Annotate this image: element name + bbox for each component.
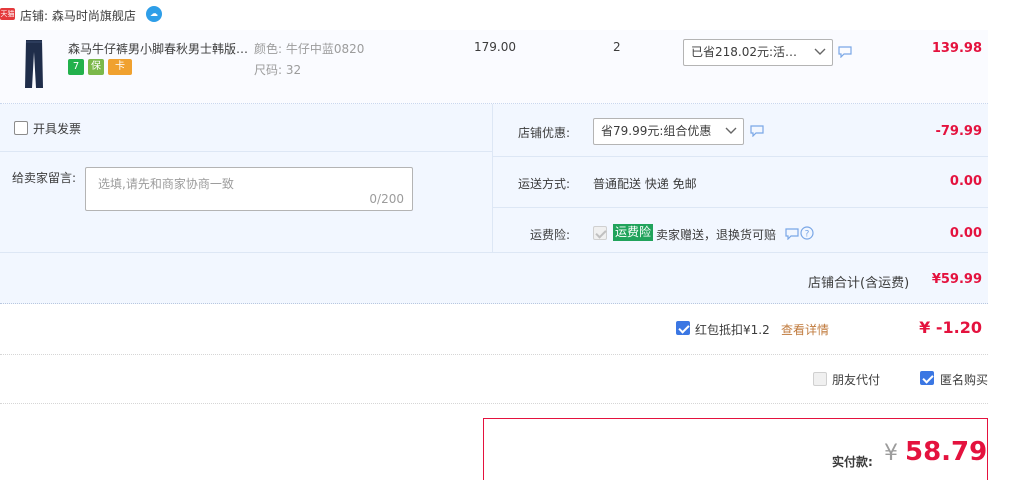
insurance-description: 卖家赠送，退换货可赔 [656, 228, 777, 242]
tmall-badge: 天猫 [0, 8, 15, 20]
item-quantity: 2 [613, 40, 621, 54]
shop-total-value: ¥59.99 [931, 272, 982, 287]
message-char-count: 0/200 [369, 192, 404, 206]
insurance-tag: 运费险 [613, 224, 654, 241]
item-subtotal: 139.98 [931, 41, 982, 56]
shop-discount-amount: -79.99 [935, 124, 982, 139]
chevron-down-icon [814, 48, 826, 55]
divider [493, 156, 988, 157]
guarantee-icon[interactable]: 保 [88, 59, 104, 75]
card-icon[interactable]: 卡 [108, 59, 132, 75]
item-size: 尺码: 32 [254, 63, 302, 77]
red-packet-label[interactable]: 红包抵扣¥1.2 [695, 321, 770, 338]
red-packet-checkbox[interactable] [676, 321, 690, 335]
divider [0, 403, 988, 404]
divider [0, 354, 988, 355]
shop-discount-value: 省79.99元:组合优惠 [601, 124, 712, 138]
help-icon[interactable]: ? [800, 226, 814, 240]
invoice-checkbox[interactable] [14, 121, 28, 135]
anonymous-purchase-checkbox[interactable] [920, 371, 934, 385]
payment-amount: 58.79 [905, 437, 988, 467]
shop-name[interactable]: 店铺: 森马时尚旗舰店 [20, 7, 136, 24]
insurance-label: 运费险: [530, 228, 571, 242]
shop-discount-label: 店铺优惠: [518, 126, 571, 140]
divider [493, 207, 988, 208]
anonymous-purchase-label[interactable]: 匿名购买 [940, 371, 988, 388]
shipping-amount: 0.00 [949, 174, 982, 189]
shop-total-label: 店铺合计(含运费) [808, 276, 910, 291]
message-label: 给卖家留言: [12, 171, 77, 185]
unit-price: 179.00 [474, 40, 516, 54]
message-icon[interactable] [785, 228, 799, 240]
seven-day-return-icon[interactable]: 7 [68, 59, 84, 75]
shop-total-row: 店铺合计(含运费) ¥59.99 [0, 252, 988, 304]
item-discount-value: 已省218.02元:活… [691, 45, 798, 59]
payment-currency: ¥ [884, 441, 898, 466]
item-color: 颜色: 牛仔中蓝0820 [254, 42, 365, 56]
item-title[interactable]: 森马牛仔裤男小脚春秋男士韩版… [68, 40, 248, 57]
svg-text:?: ? [805, 230, 810, 240]
invoice-label[interactable]: 开具发票 [33, 120, 81, 137]
item-discount-select[interactable]: 已省218.02元:活… [683, 39, 833, 66]
insurance-checkbox [593, 226, 607, 240]
divider [492, 104, 493, 252]
red-packet-details-link[interactable]: 查看详情 [781, 321, 829, 338]
red-packet-amount: ¥ -1.20 [919, 318, 982, 337]
jeans-thumbnail-icon[interactable] [24, 40, 44, 88]
shop-discount-select[interactable]: 省79.99元:组合优惠 [593, 118, 744, 145]
seller-message-input[interactable]: 选填,请先和商家协商一致 0/200 [85, 167, 413, 211]
insurance-amount: 0.00 [949, 226, 982, 241]
friend-pay-checkbox[interactable] [813, 372, 827, 386]
payment-label: 实付款: [832, 455, 873, 469]
message-placeholder: 选填,请先和商家协商一致 [98, 177, 234, 191]
wangwang-icon[interactable]: ☁ [146, 6, 162, 22]
message-icon[interactable] [838, 46, 852, 58]
friend-pay-label[interactable]: 朋友代付 [832, 371, 880, 388]
order-item-row: 森马牛仔裤男小脚春秋男士韩版… 7 保 卡 颜色: 牛仔中蓝0820 尺码: 3… [0, 30, 988, 104]
payment-summary-box: 实付款: ¥ 58.79 [483, 418, 988, 480]
message-icon[interactable] [750, 125, 764, 137]
shipping-label: 运送方式: [518, 177, 571, 191]
divider [0, 151, 492, 152]
shipping-method: 普通配送 快递 免邮 [593, 177, 697, 191]
chevron-down-icon [725, 127, 737, 134]
